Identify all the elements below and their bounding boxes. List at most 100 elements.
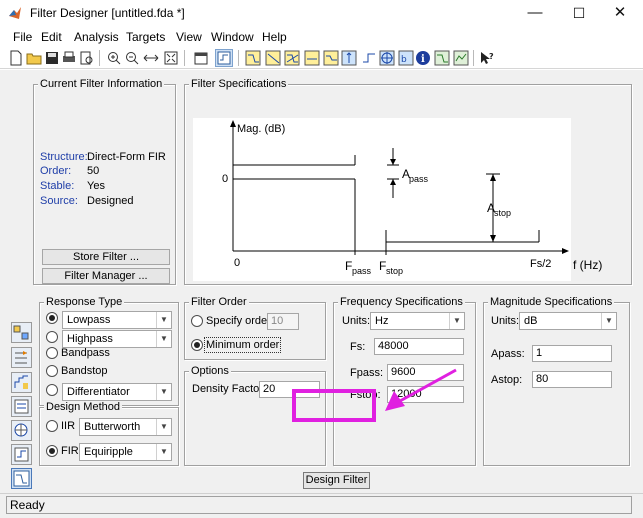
group-delay-icon[interactable] xyxy=(304,50,320,66)
specify-order-input[interactable]: 10 xyxy=(267,313,299,330)
stable-label: Stable: xyxy=(40,180,75,192)
sidetool-import-filter-icon[interactable] xyxy=(11,444,32,465)
bandpass-label: Bandpass xyxy=(61,347,110,359)
current-filter-info-panel: Current Filter Information Structure: Di… xyxy=(33,78,176,285)
menu-edit[interactable]: Edit xyxy=(41,30,62,44)
status-text: Ready xyxy=(6,496,632,514)
apass-input[interactable]: 1 xyxy=(532,345,612,362)
freq-units-label: Units: xyxy=(342,315,371,327)
highpass-select[interactable]: Highpass ▼ xyxy=(62,330,172,348)
magnitude-response-icon[interactable] xyxy=(245,50,261,66)
zoom-out-icon[interactable] xyxy=(124,50,140,66)
panel-title: Design Method xyxy=(44,401,122,413)
maximize-button[interactable]: ☐ xyxy=(557,2,601,24)
fstop-subscript: stop xyxy=(386,266,403,276)
differentiator-radio[interactable] xyxy=(46,384,58,396)
panel-title: Options xyxy=(189,365,231,377)
freq-units-select[interactable]: Hz ▼ xyxy=(370,312,465,330)
filter-spec-diagram: Mag. (dB) 0 0 F pass F stop Fs/2 A pass … xyxy=(193,118,571,281)
client-area: Current Filter Information Structure: Di… xyxy=(0,70,643,493)
print-preview-icon[interactable] xyxy=(78,50,94,66)
bandstop-radio[interactable] xyxy=(46,365,58,377)
order-label: Order: xyxy=(40,165,72,177)
fir-radio[interactable] xyxy=(46,445,58,457)
menu-bar: File Edit Analysis Targets View Window H… xyxy=(0,27,643,47)
lowpass-radio[interactable] xyxy=(46,312,58,324)
structure-label: Structure: xyxy=(40,151,88,163)
panel-title: Filter Specifications xyxy=(189,78,289,90)
magnitude-estimate-icon[interactable] xyxy=(434,50,450,66)
stable-value: Yes xyxy=(87,180,105,192)
sidetool-create-multirate-icon[interactable] xyxy=(11,347,32,368)
zoom-in-icon[interactable] xyxy=(106,50,122,66)
source-label: Source: xyxy=(40,195,78,207)
menu-window[interactable]: Window xyxy=(211,30,254,44)
mag-units-label: Units: xyxy=(491,315,520,327)
spec-diagram-svg: Mag. (dB) 0 0 F pass F stop Fs/2 A pass … xyxy=(222,120,569,276)
sidetool-pole-zero-editor-icon[interactable] xyxy=(11,420,32,441)
apass-label: Apass: xyxy=(491,348,525,360)
design-filter-button[interactable]: Design Filter xyxy=(303,472,370,489)
menu-view[interactable]: View xyxy=(176,30,202,44)
close-button[interactable]: ✕ xyxy=(598,2,642,24)
sidetool-transform-icon[interactable] xyxy=(11,322,32,343)
sidetool-realize-model-icon[interactable] xyxy=(11,396,32,417)
sidetool-design-filter-icon[interactable] xyxy=(11,468,32,489)
pole-zero-icon[interactable] xyxy=(379,50,395,66)
print-icon[interactable] xyxy=(61,50,77,66)
differentiator-select[interactable]: Differentiator ▼ xyxy=(62,383,172,401)
menu-help[interactable]: Help xyxy=(262,30,287,44)
sidetool-quantize-icon[interactable] xyxy=(11,372,32,393)
iir-label: IIR xyxy=(61,420,76,432)
step-response-icon[interactable] xyxy=(361,50,377,66)
astop-input[interactable]: 80 xyxy=(532,371,612,388)
mag-units-select[interactable]: dB ▼ xyxy=(519,312,617,330)
magnitude-phase-icon[interactable] xyxy=(284,50,300,66)
highpass-radio[interactable] xyxy=(46,331,58,343)
source-value: Designed xyxy=(87,195,134,207)
fir-method-select[interactable]: Equiripple ▼ xyxy=(79,443,172,461)
phase-response-icon[interactable] xyxy=(265,50,281,66)
fs-input[interactable]: 48000 xyxy=(374,338,464,355)
filter-coefficients-icon[interactable]: b xyxy=(398,50,414,66)
highlight-box xyxy=(292,389,376,422)
iir-method-select[interactable]: Butterworth ▼ xyxy=(79,418,172,436)
whats-this-help-icon[interactable]: ? xyxy=(479,50,495,66)
new-file-icon[interactable] xyxy=(8,50,24,66)
minimum-order-label: Minimum order xyxy=(203,337,282,353)
minimum-order-radio[interactable] xyxy=(191,339,203,351)
save-icon[interactable] xyxy=(44,50,60,66)
store-filter-button[interactable]: Store Filter ... xyxy=(42,249,170,265)
design-panel-icon[interactable] xyxy=(215,49,233,67)
status-bar: Ready xyxy=(0,493,643,518)
zoom-x-icon[interactable] xyxy=(143,50,159,66)
svg-text:?: ? xyxy=(489,52,494,61)
round-off-noise-icon[interactable] xyxy=(453,50,469,66)
bandpass-radio[interactable] xyxy=(46,347,58,359)
full-view-icon[interactable] xyxy=(193,50,209,66)
fir-label: FIR xyxy=(61,445,79,457)
impulse-response-icon[interactable] xyxy=(341,50,357,66)
y-axis-label: Mag. (dB) xyxy=(237,123,285,135)
phase-delay-icon[interactable] xyxy=(323,50,339,66)
filter-info-icon[interactable]: i xyxy=(415,50,431,66)
fpass-label: Fpass: xyxy=(350,367,384,379)
menu-targets[interactable]: Targets xyxy=(126,30,165,44)
astop-subscript: stop xyxy=(494,208,511,218)
menu-analysis[interactable]: Analysis xyxy=(74,30,119,44)
panel-title: Magnitude Specifications xyxy=(488,296,615,308)
y-axis-arrow xyxy=(230,120,236,127)
design-method-panel: Design Method IIR Butterworth ▼ FIR Equir… xyxy=(39,401,179,466)
lowpass-select[interactable]: Lowpass ▼ xyxy=(62,311,172,329)
minimize-button[interactable]: — xyxy=(513,2,557,24)
order-value: 50 xyxy=(87,165,100,177)
menu-file[interactable]: File xyxy=(13,30,32,44)
zoom-fit-icon[interactable] xyxy=(163,50,179,66)
structure-value: Direct-Form FIR xyxy=(87,151,166,163)
open-folder-icon[interactable] xyxy=(26,50,42,66)
iir-radio[interactable] xyxy=(46,420,58,432)
svg-text:b: b xyxy=(401,55,407,65)
specify-order-radio[interactable] xyxy=(191,315,203,327)
panel-title: Response Type xyxy=(44,296,125,308)
filter-manager-button[interactable]: Filter Manager ... xyxy=(42,268,170,284)
